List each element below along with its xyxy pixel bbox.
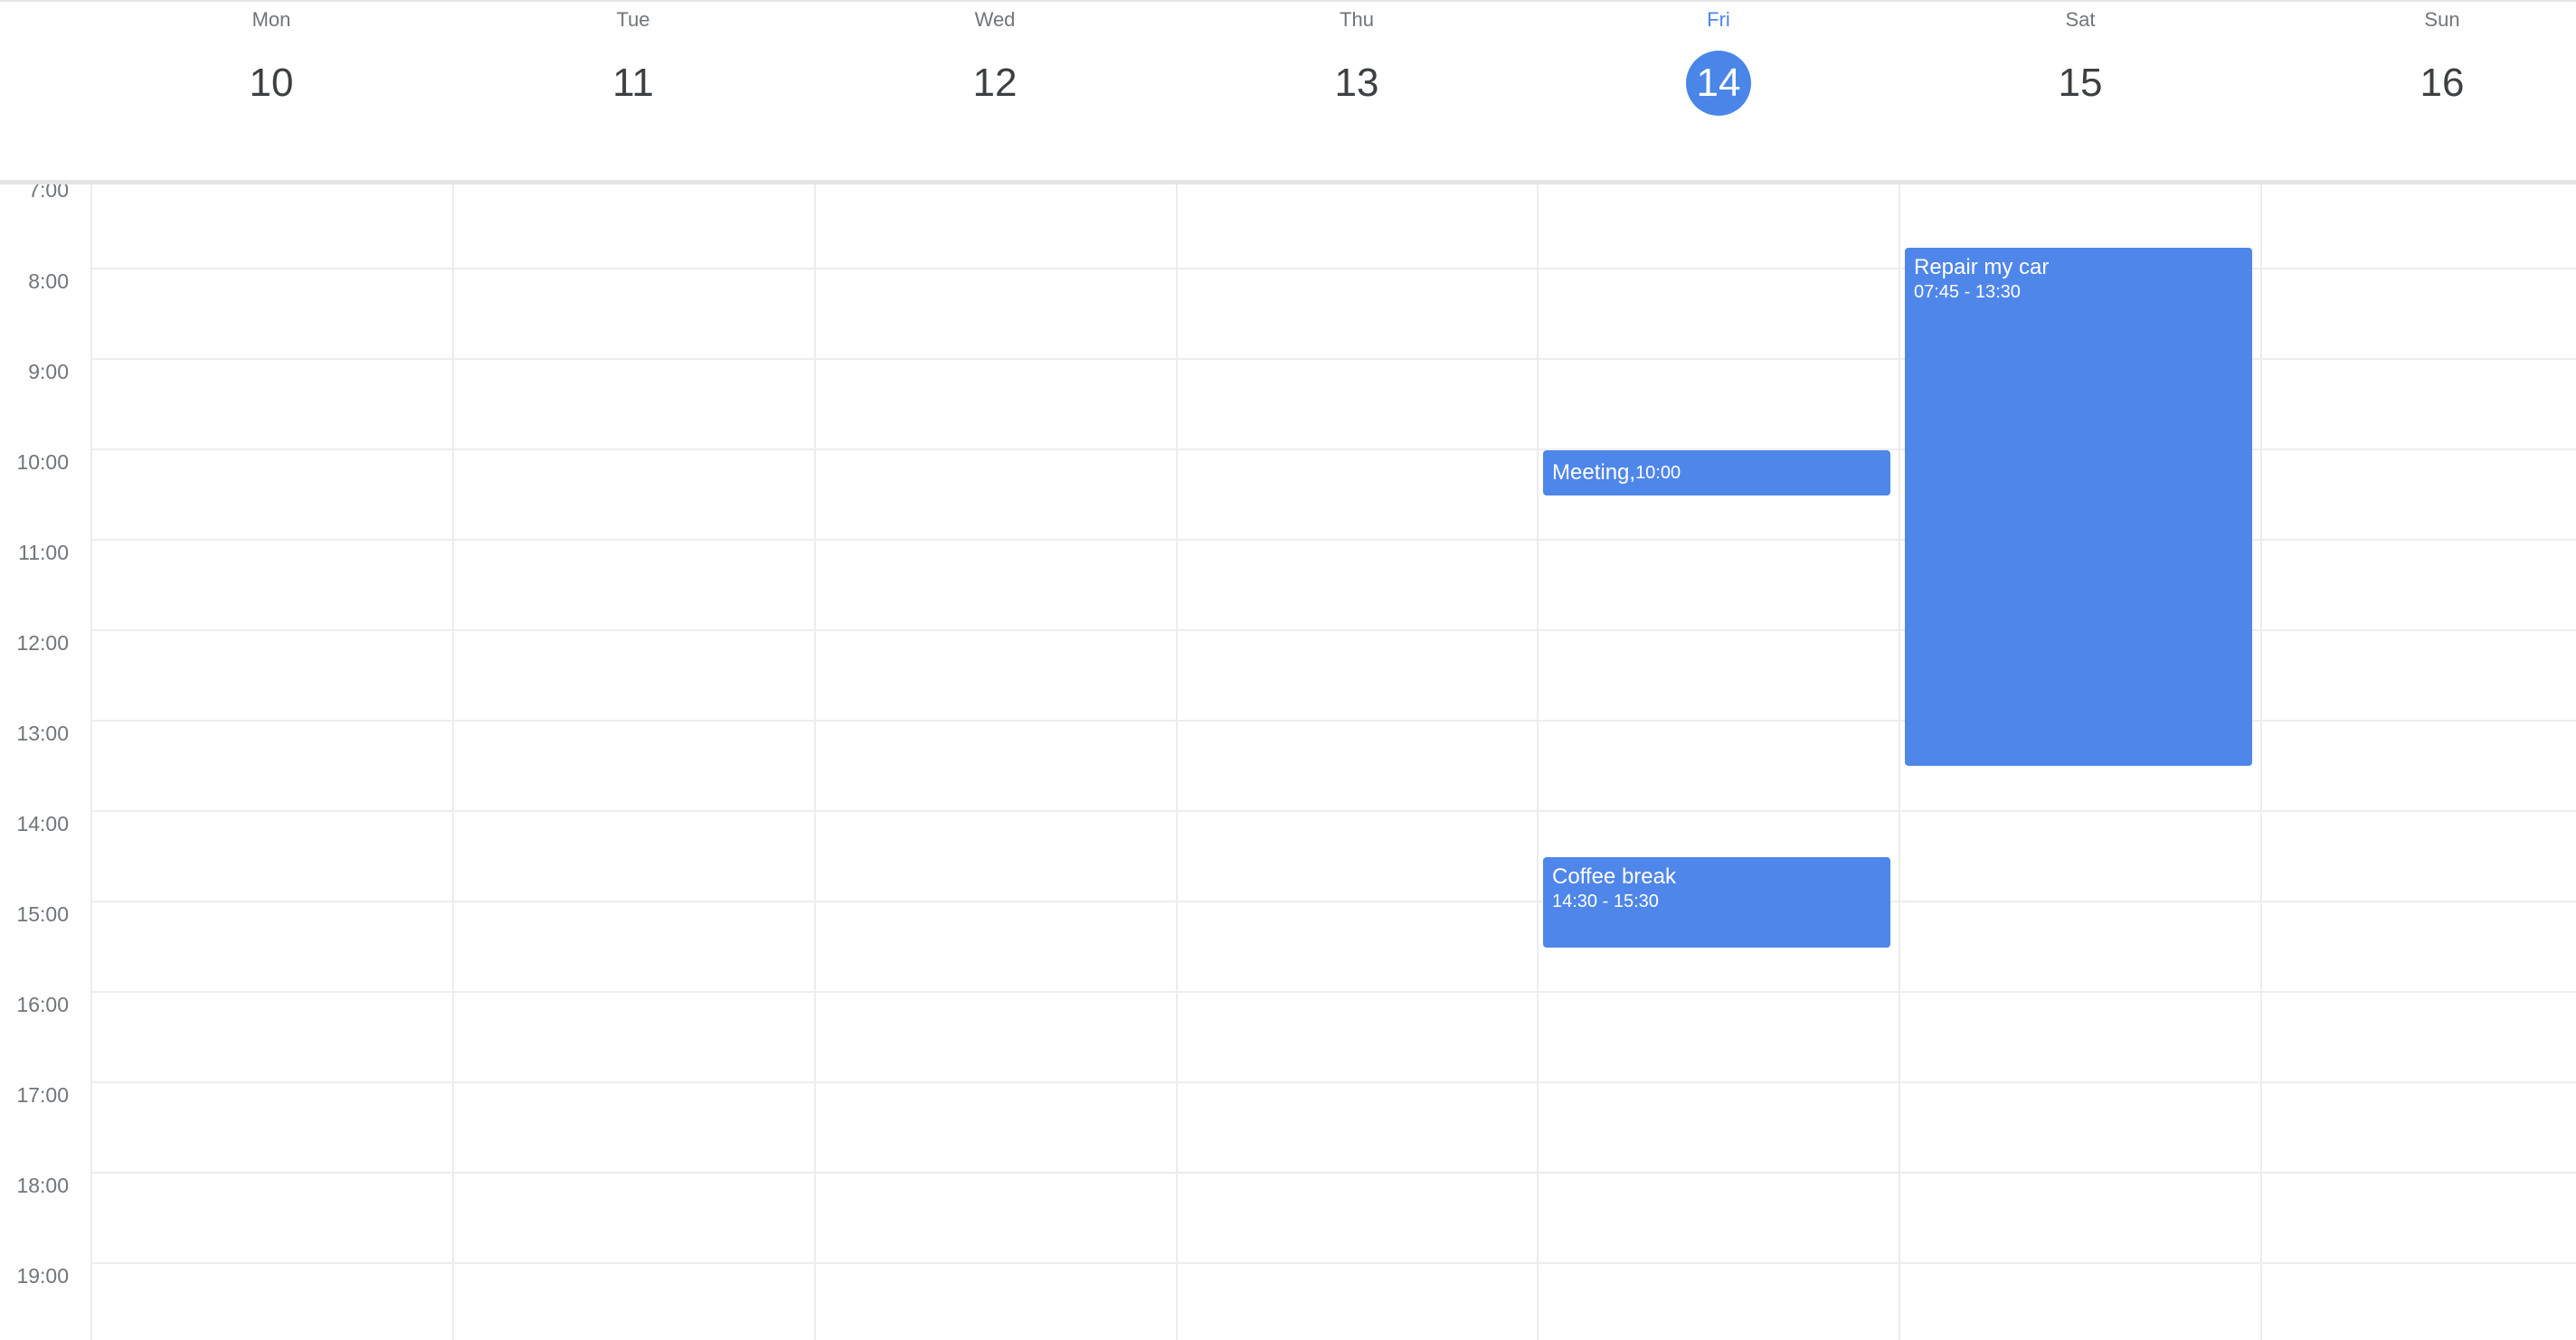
week-header: Mon 10 Tue 11 Wed 12 Thu 13 Fri 14 Sat 1… [0, 0, 2576, 184]
day-header-tue[interactable]: Tue 11 [452, 2, 814, 186]
time-label: 12:00 [16, 631, 69, 655]
day-name: Tue [616, 8, 650, 31]
day-name: Fri [1707, 8, 1730, 31]
day-number[interactable]: 10 [239, 51, 304, 116]
day-name: Sat [2065, 8, 2096, 31]
day-header-wed[interactable]: Wed 12 [814, 2, 1176, 186]
day-header-mon[interactable]: Mon 10 [90, 2, 452, 186]
hour-line [90, 1081, 2576, 1083]
event-meeting[interactable]: Meeting, 10:00 [1543, 450, 1890, 495]
event-repair-car[interactable]: Repair my car 07:45 - 13:30 [1905, 248, 2252, 766]
time-label: 15:00 [16, 902, 69, 926]
time-label: 19:00 [16, 1264, 69, 1288]
time-grid[interactable]: 7:00 8:00 9:00 10:00 11:00 12:00 13:00 1… [0, 178, 2576, 1340]
time-label: 16:00 [16, 993, 69, 1016]
hour-line [90, 1172, 2576, 1174]
day-number[interactable]: 12 [962, 51, 1028, 116]
time-label: 14:00 [16, 812, 69, 835]
day-header-thu[interactable]: Thu 13 [1176, 2, 1538, 186]
time-label: 17:00 [16, 1083, 69, 1107]
day-name: Wed [974, 8, 1016, 31]
event-time: 07:45 - 13:30 [1914, 282, 2021, 302]
day-name: Thu [1340, 8, 1374, 31]
time-label: 9:00 [28, 360, 69, 383]
time-label: 11:00 [18, 541, 69, 564]
day-name: Mon [251, 8, 291, 31]
event-title: Repair my car [1914, 255, 2050, 279]
time-label: 18:00 [16, 1174, 69, 1197]
event-title: Coffee break [1552, 864, 1676, 889]
hour-line [90, 1262, 2576, 1264]
day-name: Sun [2424, 8, 2460, 31]
event-time: 14:30 - 15:30 [1552, 892, 1659, 911]
day-number[interactable]: 11 [601, 51, 666, 116]
time-label: 10:00 [16, 450, 69, 474]
event-coffee-break[interactable]: Coffee break 14:30 - 15:30 [1543, 857, 1890, 948]
hour-line [90, 810, 2576, 812]
event-title: Meeting, [1552, 460, 1636, 485]
day-header-fri[interactable]: Fri 14 [1538, 2, 1899, 186]
hour-line [90, 991, 2576, 993]
day-header-sat[interactable]: Sat 15 [1899, 2, 2261, 186]
day-number[interactable]: 13 [1324, 51, 1389, 116]
today-date-badge[interactable]: 14 [1686, 51, 1751, 116]
event-time: 10:00 [1635, 463, 1681, 483]
day-header-sun[interactable]: Sun 16 [2261, 2, 2576, 186]
time-label: 8:00 [28, 269, 69, 293]
week-calendar: Mon 10 Tue 11 Wed 12 Thu 13 Fri 14 Sat 1… [0, 0, 2576, 1340]
hour-line [90, 901, 2576, 902]
day-number[interactable]: 15 [2048, 51, 2113, 116]
time-label: 13:00 [16, 722, 69, 745]
day-number[interactable]: 16 [2410, 51, 2475, 116]
